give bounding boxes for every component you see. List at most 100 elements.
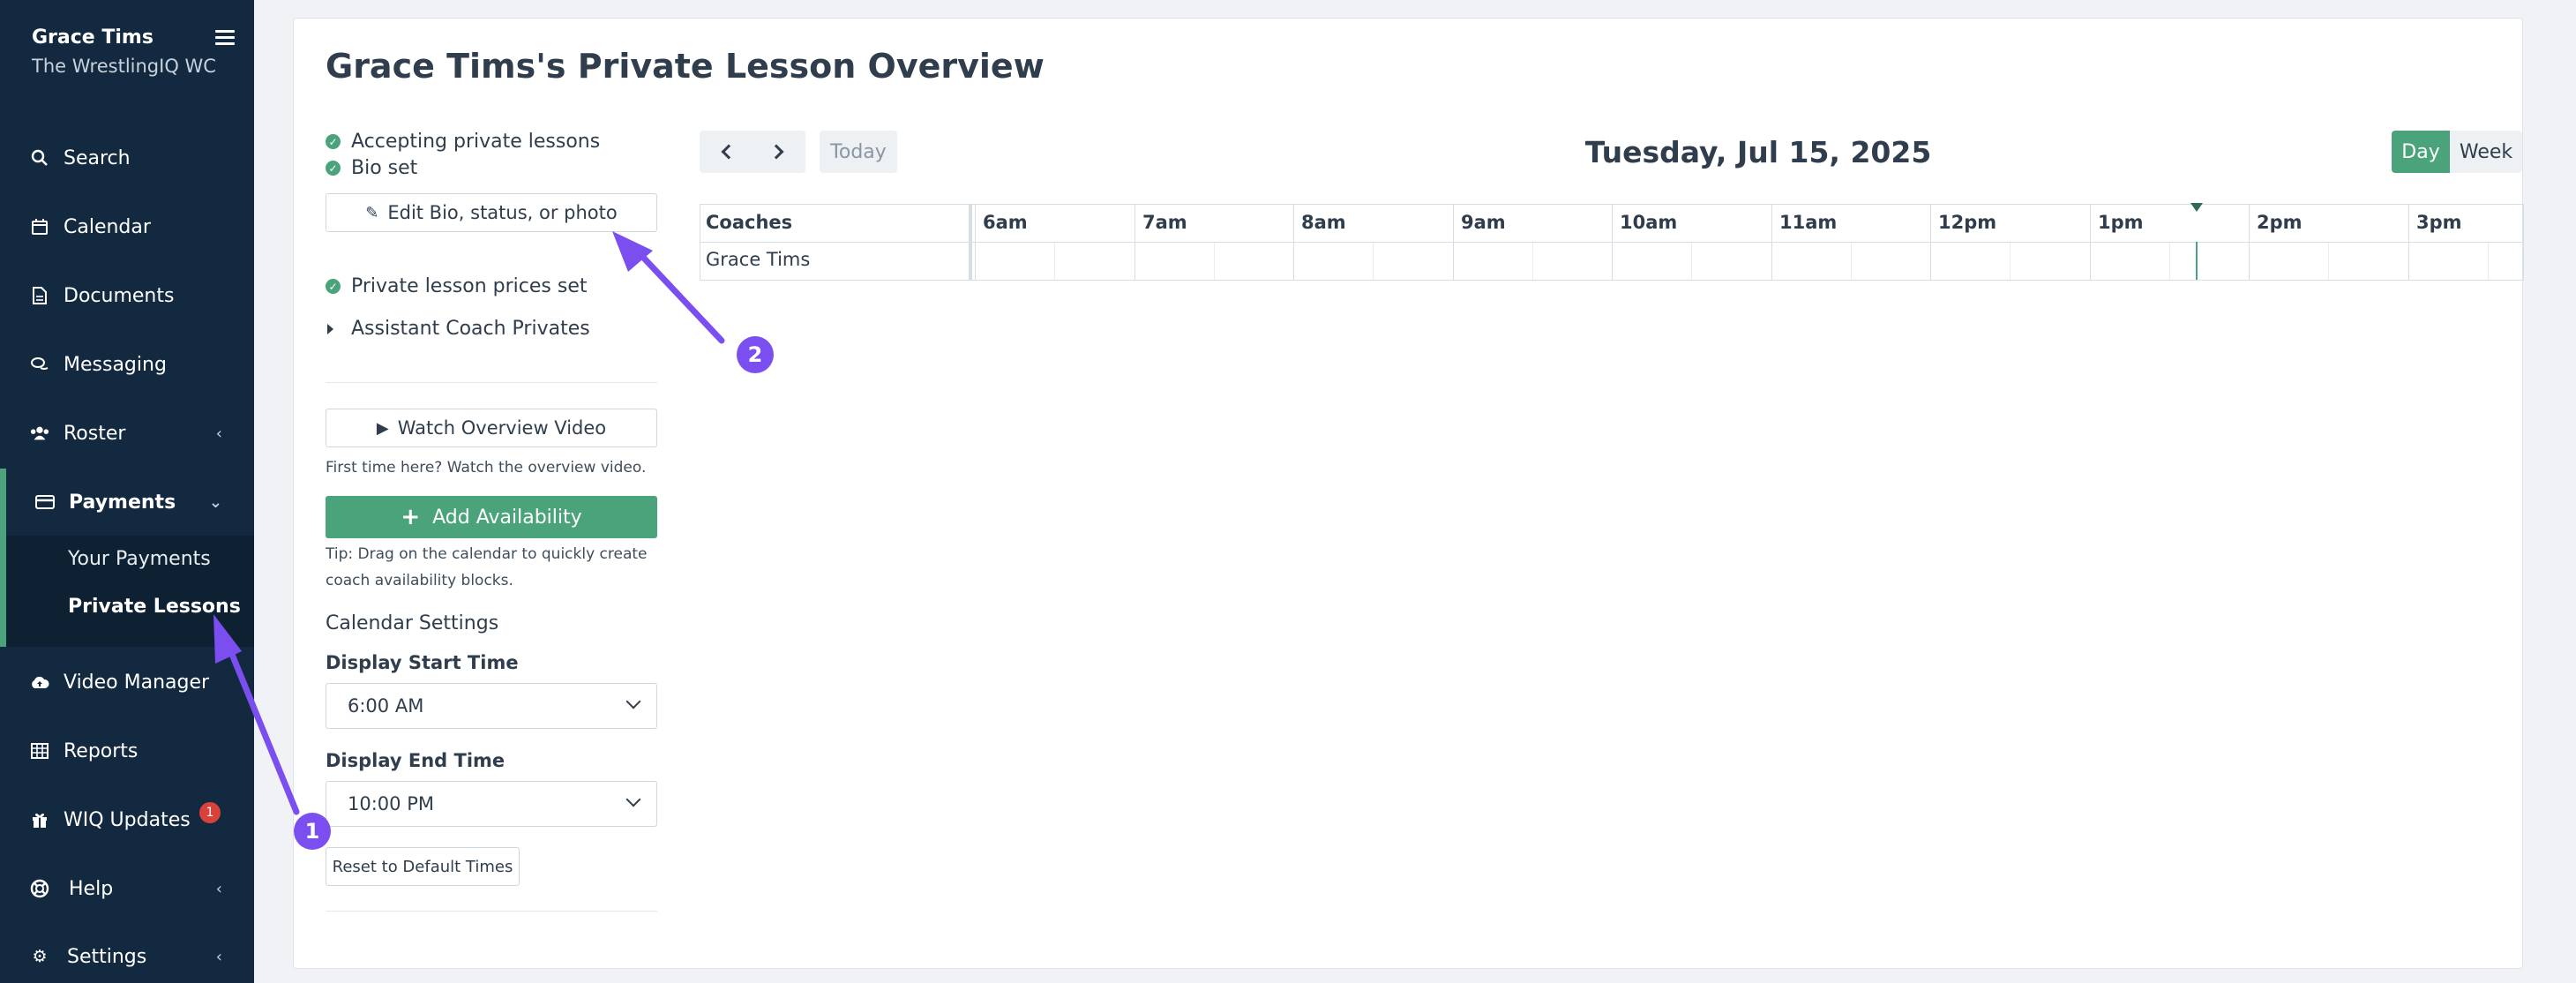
sidebar-item-label: Help [69,877,114,900]
chevron-right-icon [768,144,784,160]
half-hour-line [1214,243,1215,280]
select-value: 10:00 PM [348,793,434,814]
search-icon [30,148,49,168]
sidebar-item-calendar[interactable]: Calendar [0,200,254,253]
sidebar-item-label: Calendar [64,215,151,238]
status-label: Private lesson prices set [351,275,588,297]
sidebar-item-payments[interactable]: Payments ⌄ [6,469,254,536]
half-hour-line [1532,243,1533,280]
chevron-down-icon: ⌄ [208,492,222,512]
calendar-settings-heading: Calendar Settings [326,612,499,634]
sidebar-item-documents[interactable]: Documents [0,269,254,322]
select-value: 6:00 AM [348,695,424,717]
half-hour-line [2328,243,2329,280]
reset-default-times-button[interactable]: Reset to Default Times [326,847,520,886]
sidebar-subitem-private-lessons[interactable]: Private Lessons [68,596,241,618]
sidebar-item-label: WIQ Updates [64,808,191,831]
divider [326,382,657,383]
sidebar-item-reports[interactable]: Reports [0,724,254,777]
hour-label: 8am [1301,212,1346,233]
video-hint: First time here? Watch the overview vide… [326,459,647,476]
calendar-timeline[interactable]: Coaches Grace Tims 6am 7am 8am 9am 10am 11am 1… [700,203,2524,281]
main-card: Grace Tims's Private Lesson Overview ✓ A… [293,18,2524,969]
sidebar-item-wiq-updates[interactable]: WIQ Updates 1 [0,793,254,846]
sidebar-item-label: Roster [64,422,126,445]
gear-icon: ⚙ [32,947,48,966]
hour-label: 12pm [1938,212,1997,233]
hour-label: 10am [1620,212,1678,233]
status-accepting: ✓ Accepting private lessons [326,131,600,153]
today-button[interactable]: Today [820,131,897,173]
sidebar-item-settings[interactable]: ⚙ Settings ‹ [0,930,254,983]
hour-column-3pm[interactable]: 3pm [2408,205,2523,280]
end-time-select[interactable]: 10:00 PM [326,781,657,827]
cloud-upload-icon [30,672,49,692]
start-time-select[interactable]: 6:00 AM [326,683,657,729]
chevron-down-icon [625,694,641,709]
credit-card-icon [35,492,55,512]
hour-label: 11am [1779,212,1838,233]
current-time-line [2196,242,2198,280]
sidebar-item-label: Documents [64,284,175,307]
sidebar-item-messaging[interactable]: Messaging [0,338,254,391]
date-nav-group [700,131,805,173]
sidebar: Grace Tims The WrestlingIQ WC Search Cal… [0,0,254,983]
half-hour-line [2010,243,2011,280]
view-switcher: Day Week [2392,131,2522,173]
notification-badge: 1 [199,802,221,823]
check-circle-icon: ✓ [326,134,341,149]
page-title: Grace Tims's Private Lesson Overview [326,47,1045,86]
sidebar-item-label: Payments [69,491,176,514]
sidebar-item-video-manager[interactable]: Video Manager [0,656,254,709]
chevron-left-icon: ‹ [215,879,222,898]
table-icon [30,741,49,761]
sidebar-subitem-your-payments[interactable]: Your Payments [68,548,211,570]
hamburger-menu-icon[interactable] [215,30,235,46]
sidebar-item-label: Search [64,146,131,169]
chevron-left-icon: ‹ [215,424,222,443]
sidebar-item-roster[interactable]: Roster ‹ [0,407,254,460]
calendar-date: Tuesday, Jul 15, 2025 [1584,135,1932,169]
hour-label: 3pm [2416,212,2462,233]
next-day-button[interactable] [753,131,805,173]
plus-icon: + [401,504,421,530]
sidebar-item-search[interactable]: Search [0,131,254,184]
coaches-header: Coaches [706,212,793,233]
hour-label: 9am [1461,212,1506,233]
document-icon [30,286,49,305]
status-prices: ✓ Private lesson prices set [326,275,588,297]
half-hour-line [1851,243,1852,280]
check-circle-icon: ✓ [326,161,341,176]
hour-label: 1pm [2098,212,2144,233]
chevron-left-icon [721,144,737,160]
sidebar-header: Grace Tims The WrestlingIQ WC [32,26,235,77]
sidebar-item-label: Video Manager [64,671,210,694]
half-hour-line [1373,243,1374,280]
sidebar-item-label: Messaging [64,353,167,376]
watch-overview-video-button[interactable]: ▶ Watch Overview Video [326,409,657,447]
half-hour-line [2169,243,2170,280]
button-label: Watch Overview Video [397,417,607,439]
half-hour-line [2488,243,2489,280]
hour-label: 6am [983,212,1028,233]
sidebar-item-help[interactable]: Help ‹ [0,862,254,915]
start-time-label: Display Start Time [326,652,519,673]
life-ring-icon [30,879,49,898]
check-circle-icon: ✓ [326,279,341,294]
assistant-coach-privates-toggle[interactable]: Assistant Coach Privates [326,318,590,340]
play-icon: ▶ [376,418,389,438]
team-name: The WrestlingIQ WC [32,56,216,77]
prev-day-button[interactable] [700,131,753,173]
current-time-marker [2190,203,2203,212]
toggle-label: Assistant Coach Privates [351,318,590,340]
day-view-button[interactable]: Day [2392,131,2450,173]
pencil-icon: ✎ [365,203,379,222]
half-hour-line [1054,243,1055,280]
hour-label: 2pm [2257,212,2303,233]
week-view-button[interactable]: Week [2450,131,2522,173]
users-icon [30,424,49,443]
end-time-label: Display End Time [326,750,505,771]
edit-bio-button[interactable]: ✎ Edit Bio, status, or photo [326,193,657,232]
hour-label: 7am [1142,212,1187,233]
add-availability-button[interactable]: + Add Availability [326,496,657,538]
